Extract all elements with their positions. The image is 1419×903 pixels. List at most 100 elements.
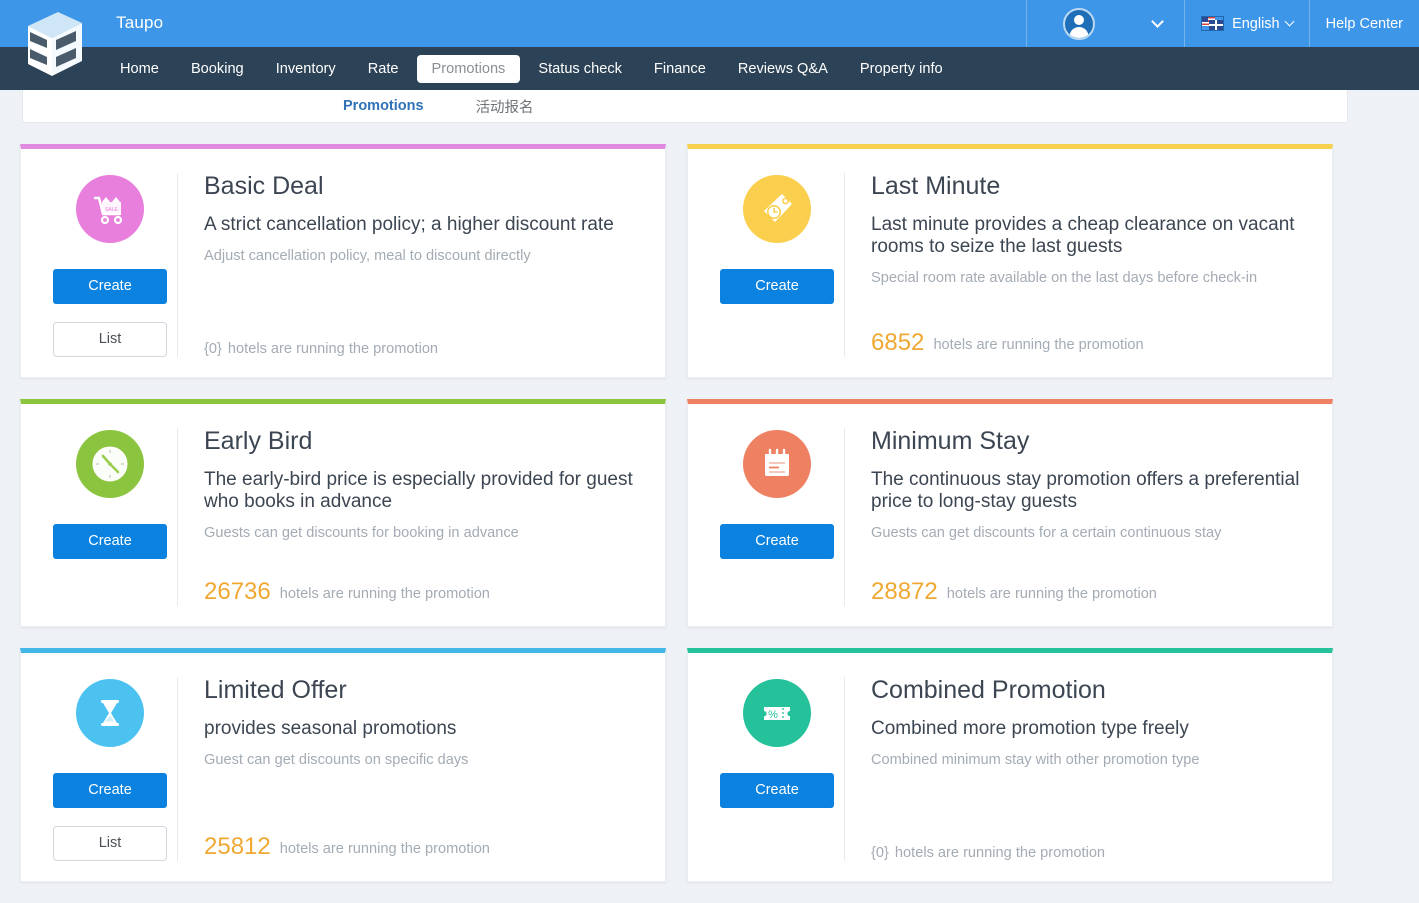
card-title: Combined Promotion bbox=[871, 676, 1106, 704]
promotion-card-limited-offer[interactable]: Create List Limited Offer provides seaso… bbox=[20, 648, 666, 882]
sub-tab-bar: Promotions 活动报名 bbox=[22, 90, 1348, 123]
uk-flag-part bbox=[1209, 20, 1224, 30]
main-navigation: Home Booking Inventory Rate Promotions S… bbox=[0, 47, 1419, 90]
create-button[interactable]: Create bbox=[720, 524, 834, 559]
nav-item-rate[interactable]: Rate bbox=[354, 55, 413, 83]
help-center-label: Help Center bbox=[1325, 15, 1403, 32]
svg-text:%: % bbox=[768, 709, 778, 721]
top-bar-right-group: English Help Center bbox=[1026, 0, 1419, 47]
card-count-suffix: hotels are running the promotion bbox=[223, 341, 439, 357]
card-body: Minimum Stay The continuous stay promoti… bbox=[844, 427, 1314, 606]
promotion-card-early-bird[interactable]: Create Early Bird The early-bird price i… bbox=[20, 399, 666, 627]
nav-item-home[interactable]: Home bbox=[106, 55, 173, 83]
nav-item-booking[interactable]: Booking bbox=[177, 55, 258, 83]
card-subtitle: Combined minimum stay with other promoti… bbox=[871, 751, 1200, 768]
us-uk-flag-icon bbox=[1201, 16, 1225, 31]
promotion-card-grid: SALE Create List Basic Deal A strict can… bbox=[20, 144, 1333, 903]
card-count-value: 25812 bbox=[204, 833, 271, 860]
card-count-line: 25812 hotels are running the promotion bbox=[204, 819, 647, 861]
create-button[interactable]: Create bbox=[720, 773, 834, 808]
shopping-cart-sale-icon: SALE bbox=[76, 175, 144, 243]
nav-item-inventory[interactable]: Inventory bbox=[262, 55, 350, 83]
help-center-link[interactable]: Help Center bbox=[1308, 0, 1419, 47]
chevron-down-icon bbox=[1151, 15, 1164, 28]
card-body: Combined Promotion Combined more promoti… bbox=[844, 676, 1314, 861]
card-subtitle: Special room rate available on the last … bbox=[871, 270, 1258, 287]
card-subtitle: Guests can get discounts for a certain c… bbox=[871, 525, 1222, 542]
card-description: A strict cancellation policy; a higher d… bbox=[204, 213, 614, 235]
card-count-line: 6852 hotels are running the promotion bbox=[871, 315, 1314, 357]
create-button[interactable]: Create bbox=[720, 269, 834, 304]
promotion-card-minimum-stay[interactable]: Create Minimum Stay The continuous stay … bbox=[687, 399, 1333, 627]
nav-item-promotions[interactable]: Promotions bbox=[416, 54, 521, 83]
hourglass-svg bbox=[101, 700, 119, 726]
user-menu[interactable] bbox=[1026, 0, 1184, 47]
card-count-suffix: hotels are running the promotion bbox=[929, 337, 1144, 353]
logo-svg bbox=[28, 12, 82, 76]
brand-title: Taupo bbox=[116, 13, 164, 32]
card-title: Minimum Stay bbox=[871, 427, 1030, 455]
percent-coupon-icon: % bbox=[743, 679, 811, 747]
card-row-2: Create Early Bird The early-bird price i… bbox=[20, 399, 1333, 627]
card-description: The early-bird price is especially provi… bbox=[204, 468, 633, 512]
card-title: Basic Deal bbox=[204, 172, 324, 200]
card-body: Early Bird The early-bird price is espec… bbox=[177, 427, 647, 606]
top-bar: Taupo English Help Center bbox=[0, 0, 1419, 47]
cube-b-logo[interactable] bbox=[14, 6, 90, 82]
card-left-column: Create List bbox=[43, 677, 177, 861]
clock-svg bbox=[92, 446, 128, 482]
card-count-value: {0} bbox=[204, 341, 222, 357]
create-button[interactable]: Create bbox=[53, 524, 167, 559]
list-button[interactable]: List bbox=[53, 826, 167, 861]
card-left-column: Create bbox=[710, 173, 844, 357]
card-title: Last Minute bbox=[871, 172, 1001, 200]
nav-item-reviews-qa[interactable]: Reviews Q&A bbox=[724, 55, 842, 83]
language-selector[interactable]: English bbox=[1184, 0, 1309, 47]
tag-svg bbox=[764, 194, 792, 222]
nav-item-property-info[interactable]: Property info bbox=[846, 55, 957, 83]
avatar-head-shape bbox=[1074, 14, 1085, 25]
card-description: The continuous stay promotion offers a p… bbox=[871, 468, 1300, 512]
card-body: Last Minute Last minute provides a cheap… bbox=[844, 172, 1314, 357]
card-count-suffix: hotels are running the promotion bbox=[275, 586, 490, 602]
nav-item-finance[interactable]: Finance bbox=[640, 55, 720, 83]
card-count-suffix: hotels are running the promotion bbox=[275, 841, 490, 857]
list-button[interactable]: List bbox=[53, 322, 167, 357]
card-left-column: Create bbox=[43, 428, 177, 606]
card-title: Early Bird bbox=[204, 427, 313, 455]
language-label: English bbox=[1232, 15, 1280, 32]
card-row-1: SALE Create List Basic Deal A strict can… bbox=[20, 144, 1333, 378]
card-description: Last minute provides a cheap clearance o… bbox=[871, 213, 1295, 257]
promotion-card-basic-deal[interactable]: SALE Create List Basic Deal A strict can… bbox=[20, 144, 666, 378]
card-count-line: 26736 hotels are running the promotion bbox=[204, 564, 647, 606]
calendar-icon bbox=[743, 430, 811, 498]
tab-activity-signup[interactable]: 活动报名 bbox=[476, 96, 534, 117]
price-tag-clock-icon bbox=[743, 175, 811, 243]
card-left-column: SALE Create List bbox=[43, 173, 177, 357]
card-left-column: Create bbox=[710, 428, 844, 606]
cart-svg: SALE bbox=[93, 196, 123, 225]
create-button[interactable]: Create bbox=[53, 269, 167, 304]
tab-promotions[interactable]: Promotions bbox=[343, 98, 424, 114]
promotion-card-combined-promotion[interactable]: % Create Combined Promotion Combined mor… bbox=[687, 648, 1333, 882]
avatar-body-shape bbox=[1069, 26, 1089, 38]
svg-text:SALE: SALE bbox=[105, 207, 118, 213]
nav-item-status-check[interactable]: Status check bbox=[524, 55, 636, 83]
card-row-3: Create List Limited Offer provides seaso… bbox=[20, 648, 1333, 882]
card-count-line: {0} hotels are running the promotion bbox=[204, 327, 647, 357]
create-button[interactable]: Create bbox=[53, 773, 167, 808]
promotion-card-last-minute[interactable]: Create Last Minute Last minute provides … bbox=[687, 144, 1333, 378]
card-count-value: 6852 bbox=[871, 329, 925, 356]
chevron-down-icon bbox=[1284, 16, 1295, 27]
card-count-suffix: hotels are running the promotion bbox=[942, 586, 1157, 602]
user-avatar-icon bbox=[1063, 7, 1096, 40]
clock-icon bbox=[76, 430, 144, 498]
card-count-suffix: hotels are running the promotion bbox=[890, 845, 1106, 861]
card-title: Limited Offer bbox=[204, 676, 347, 704]
card-count-value: 28872 bbox=[871, 578, 938, 605]
card-count-value: 26736 bbox=[204, 578, 271, 605]
card-subtitle: Adjust cancellation policy, meal to disc… bbox=[204, 247, 531, 264]
card-description: Combined more promotion type freely bbox=[871, 717, 1189, 739]
card-description: provides seasonal promotions bbox=[204, 717, 457, 739]
card-count-line: 28872 hotels are running the promotion bbox=[871, 564, 1314, 606]
